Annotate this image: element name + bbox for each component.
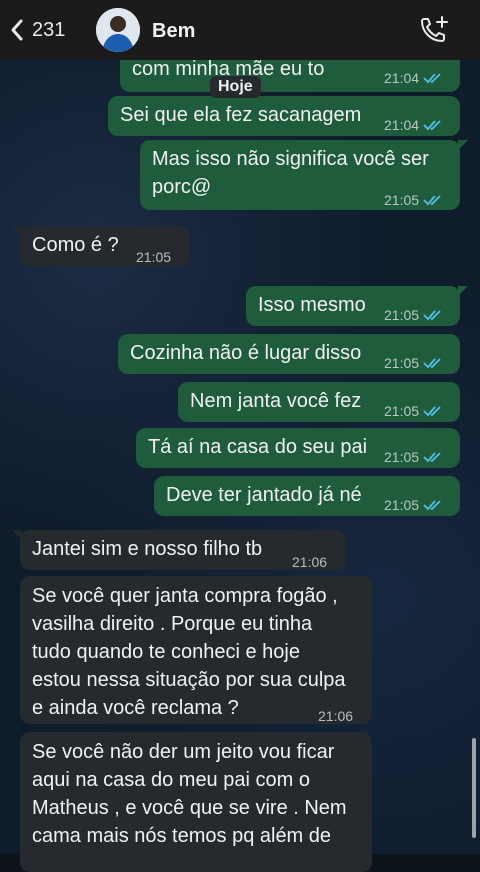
- double-check-icon: [423, 406, 441, 417]
- message-meta: 21:06: [292, 548, 327, 576]
- message-time: 21:05: [384, 449, 420, 465]
- double-check-icon: [423, 500, 441, 511]
- chevron-left-icon: [11, 19, 23, 41]
- message-text: Nem janta você fez: [190, 390, 362, 412]
- message-meta: 21:06: [318, 702, 353, 730]
- message-bubble-outgoing[interactable]: Cozinha não é lugar disso 21:05: [118, 334, 460, 374]
- message-meta: 21:05: [384, 186, 443, 214]
- message-text: Sei que ela fez sacanagem: [120, 104, 362, 126]
- message-meta: 21:05: [384, 301, 443, 329]
- message-time: 21:05: [384, 355, 420, 371]
- message-text: Jantei sim e nosso filho tb: [32, 538, 263, 560]
- message-time: 21:05: [384, 497, 420, 513]
- message-meta: 21:04: [384, 111, 443, 139]
- message-bubble-incoming[interactable]: Como é ? 21:05: [20, 226, 190, 266]
- avatar-image: [96, 8, 140, 52]
- message-text: Se você não der um jeito vou ficar aqui …: [32, 741, 347, 847]
- message-text: Isso mesmo: [258, 294, 366, 316]
- message-time: 21:06: [292, 554, 328, 570]
- back-button[interactable]: 231: [8, 18, 65, 42]
- message-time: 21:05: [384, 403, 420, 419]
- message-bubble-outgoing[interactable]: Deve ter jantado já né 21:05: [154, 476, 460, 516]
- bubble-tail: [458, 140, 468, 150]
- avatar[interactable]: [96, 8, 140, 52]
- message-text: Deve ter jantado já né: [166, 484, 362, 506]
- message-time: 21:04: [384, 70, 420, 86]
- message-text: Se você quer janta compra fogão , vasilh…: [32, 585, 346, 719]
- message-bubble-outgoing[interactable]: Mas isso não significa você ser porc@ 21…: [140, 140, 460, 210]
- message-meta: 21:05: [384, 491, 443, 519]
- message-bubble-incoming[interactable]: Jantei sim e nosso filho tb 21:06: [20, 530, 346, 570]
- message-bubble-incoming[interactable]: Se você não der um jeito vou ficar aqui …: [20, 732, 372, 872]
- back-unread-count: 231: [32, 18, 66, 41]
- double-check-icon: [423, 73, 441, 84]
- double-check-icon: [423, 120, 441, 131]
- contact-name[interactable]: Bem: [152, 20, 195, 43]
- message-time: 21:06: [318, 708, 354, 724]
- chat-header: 231 Bem: [0, 0, 480, 60]
- message-meta: 21:05: [384, 397, 443, 425]
- message-meta: 21:05: [384, 443, 443, 471]
- bubble-tail: [12, 530, 22, 540]
- double-check-icon: [423, 452, 441, 463]
- message-text: Tá aí na casa do seu pai: [148, 436, 368, 458]
- message-time: 21:05: [384, 307, 420, 323]
- add-call-icon[interactable]: [418, 14, 450, 46]
- message-bubble-outgoing[interactable]: Isso mesmo 21:05: [246, 286, 460, 326]
- date-separator: Hoje: [210, 76, 261, 98]
- bubble-tail: [12, 226, 22, 236]
- message-meta: 21:04: [384, 64, 443, 92]
- double-check-icon: [423, 358, 441, 369]
- message-text: Como é ?: [32, 234, 119, 256]
- message-time: 21:05: [136, 249, 172, 265]
- double-check-icon: [423, 195, 441, 206]
- message-bubble-incoming[interactable]: Se você quer janta compra fogão , vasilh…: [20, 576, 372, 724]
- message-text: Cozinha não é lugar disso: [130, 342, 362, 364]
- double-check-icon: [423, 310, 441, 321]
- message-bubble-outgoing[interactable]: Sei que ela fez sacanagem 21:04: [108, 96, 460, 136]
- message-time: 21:05: [384, 192, 420, 208]
- bubble-tail: [458, 286, 468, 296]
- message-meta: 21:05: [384, 349, 443, 377]
- message-bubble-outgoing[interactable]: Tá aí na casa do seu pai 21:05: [136, 428, 460, 468]
- message-bubble-outgoing[interactable]: Nem janta você fez 21:05: [178, 382, 460, 422]
- scrollbar[interactable]: [472, 738, 476, 838]
- message-meta: 21:05: [136, 243, 171, 271]
- message-time: 21:04: [384, 117, 420, 133]
